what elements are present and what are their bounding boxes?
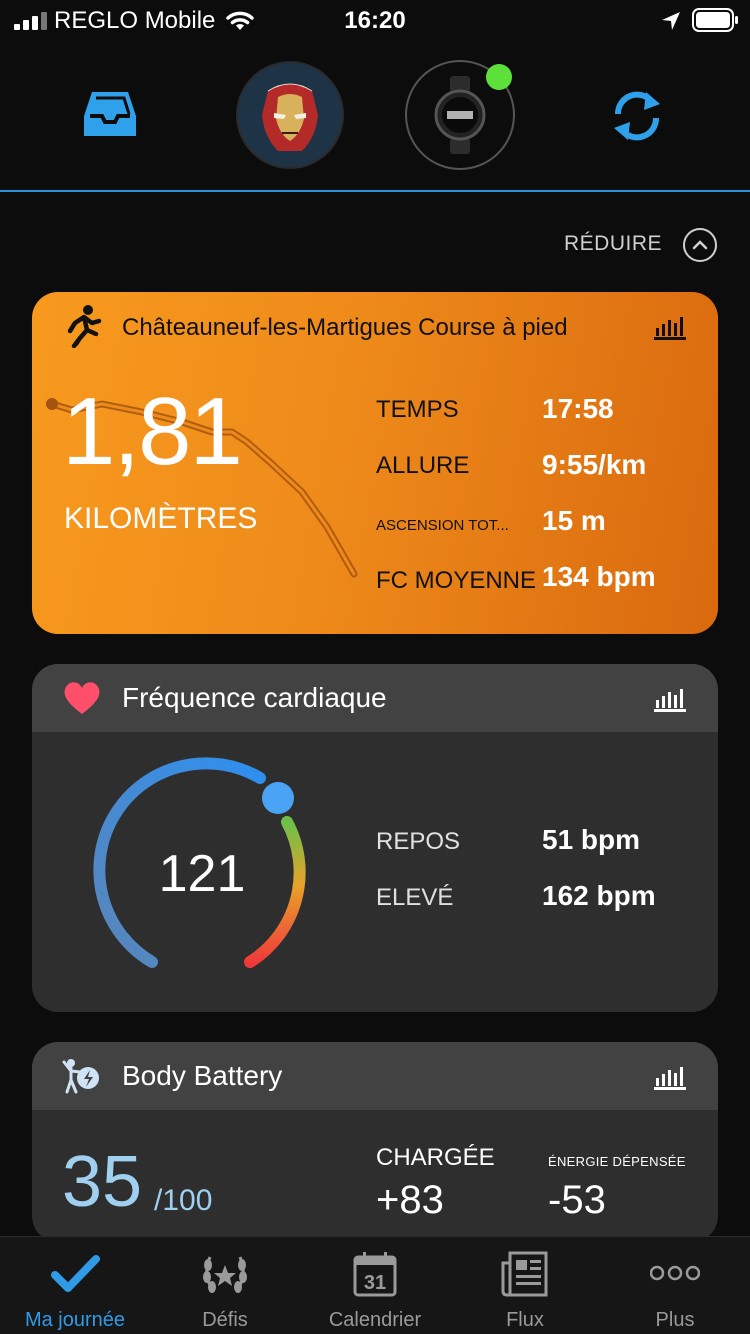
body-battery-max: /100 [154, 1184, 213, 1217]
high-hr-label: ELEVÉ [376, 884, 454, 911]
stat-pace-value: 9:55/km [542, 449, 647, 480]
tab-more[interactable]: Plus [600, 1237, 750, 1334]
stat-avg-hr-label: FC MOYENNE [376, 567, 537, 594]
more-icon [650, 1265, 700, 1281]
ironman-mask-image [238, 63, 342, 167]
clock: 16:20 [344, 7, 406, 34]
status-bar: REGLO Mobile 16:20 [0, 0, 750, 44]
sync-icon[interactable] [608, 88, 666, 144]
charged-value: +83 [376, 1178, 444, 1222]
stat-avg-hr-value: 134 bpm [542, 561, 656, 592]
charged-label: CHARGÉE [376, 1144, 495, 1171]
heart-rate-card[interactable]: Fréquence cardiaque 121 REPOS 51 bpm ELE… [32, 664, 718, 1012]
laurel-icon [203, 1256, 247, 1293]
tab-calendar-label: Calendrier [328, 1309, 422, 1331]
activity-distance-unit: KILOMÈTRES [64, 502, 258, 535]
bar-chart-icon[interactable] [654, 686, 686, 712]
heart-icon [64, 682, 100, 714]
tab-my-day[interactable]: Ma journée [0, 1237, 150, 1334]
profile-avatar[interactable] [236, 61, 344, 169]
tab-challenges[interactable]: Défis [150, 1237, 300, 1334]
resting-hr-label: REPOS [376, 828, 461, 855]
body-battery-value: 35 [62, 1142, 143, 1222]
calendar-icon: 31 [353, 1252, 397, 1297]
spent-value: -53 [548, 1178, 606, 1222]
tab-more-label: Plus [655, 1309, 695, 1331]
reduce-label[interactable]: RÉDUIRE [520, 232, 662, 256]
spent-label: ÉNERGIE DÉPENSÉE [548, 1154, 686, 1169]
heart-rate-current: 121 [158, 845, 246, 903]
inbox-icon[interactable] [82, 90, 138, 138]
tab-my-day-label: Ma journée [24, 1309, 126, 1331]
check-icon [51, 1255, 100, 1292]
tab-challenges-label: Défis [202, 1309, 248, 1331]
stat-time-value: 17:58 [542, 393, 614, 424]
activity-title: Châteauneuf-les-Martigues Course à pied [122, 314, 568, 341]
activity-distance: 1,81 [62, 378, 243, 485]
bar-chart-icon[interactable] [654, 1064, 686, 1090]
body-battery-title: Body Battery [122, 1060, 283, 1091]
body-battery-icon [62, 1059, 99, 1094]
body-battery-card-header: Body Battery [32, 1042, 718, 1110]
collapse-button[interactable] [683, 228, 717, 262]
high-hr-value: 162 bpm [542, 880, 656, 911]
calendar-badge: 31 [364, 1272, 386, 1294]
device-connected-indicator [486, 64, 512, 90]
heart-rate-card-header: Fréquence cardiaque [32, 664, 718, 732]
tab-calendar[interactable]: 31 Calendrier [300, 1237, 450, 1334]
stat-ascent-value: 15 m [542, 505, 606, 536]
bar-chart-icon[interactable] [654, 314, 686, 340]
tab-feed[interactable]: Flux [450, 1237, 600, 1334]
tab-feed-label: Flux [506, 1309, 544, 1331]
body-battery-card[interactable]: Body Battery 35 /100 CHARGÉE ÉNERGIE DÉP… [32, 1042, 718, 1242]
stat-ascent-label: ASCENSION TOT... [376, 517, 509, 534]
battery-icon [692, 8, 738, 32]
heart-rate-title: Fréquence cardiaque [122, 682, 387, 713]
newspaper-icon [501, 1251, 548, 1297]
stat-pace-label: ALLURE [376, 452, 470, 479]
resting-hr-value: 51 bpm [542, 824, 641, 855]
chevron-up-icon [692, 240, 708, 250]
tab-bar: Ma journée Défis 31 Calendrier Flux Plus [0, 1236, 750, 1334]
running-icon [67, 305, 102, 348]
stat-time-label: TEMPS [376, 396, 459, 423]
app-header [0, 44, 750, 192]
activity-card[interactable]: Châteauneuf-les-Martigues Course à pied … [32, 292, 718, 634]
location-arrow-icon [662, 12, 680, 30]
